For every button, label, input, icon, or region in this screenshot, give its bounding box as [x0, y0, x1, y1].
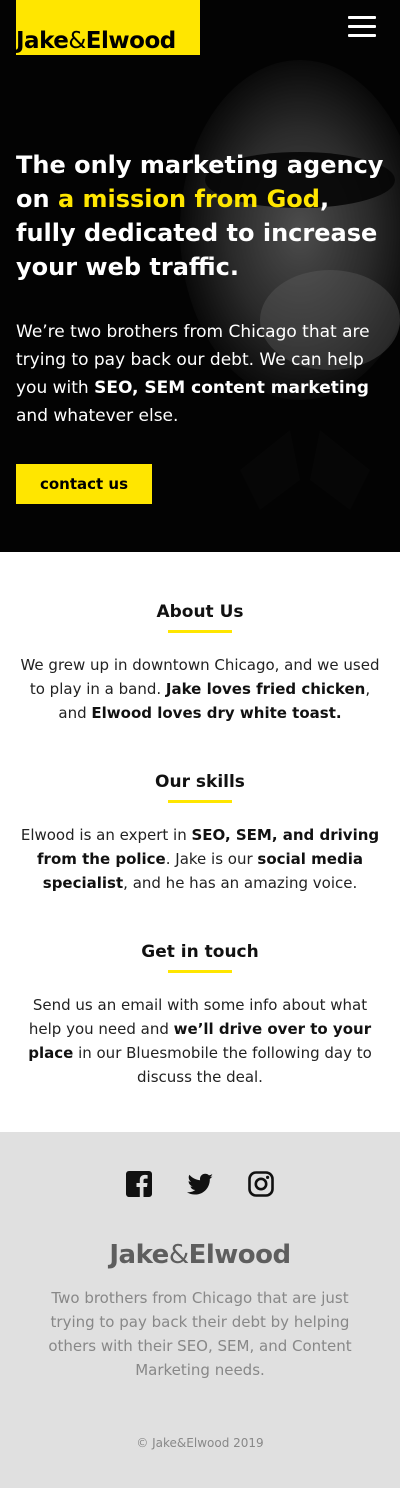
- instagram-icon[interactable]: [247, 1170, 275, 1198]
- about-section: About Us We grew up in downtown Chicago,…: [0, 600, 400, 725]
- hero-section: Jake&Elwood The only marketing agency on…: [0, 0, 400, 552]
- section-title: About Us: [156, 602, 244, 622]
- intro-bold: SEO, SEM content marketing: [94, 378, 369, 398]
- section-text: Elwood is an expert in SEO, SEM, and dri…: [20, 826, 380, 892]
- contact-us-button[interactable]: contact us: [16, 464, 152, 504]
- headline-highlight: a mission from God: [57, 185, 320, 213]
- title-underline: [168, 630, 232, 633]
- section-text: Send us an email with some info about wh…: [28, 996, 372, 1086]
- title-underline: [168, 970, 232, 973]
- copyright-text: © Jake&Elwood 2019: [136, 1436, 264, 1450]
- footer-logo[interactable]: Jake&Elwood: [0, 1240, 400, 1270]
- section-title: Get in touch: [141, 942, 259, 962]
- hamburger-menu-icon[interactable]: [348, 16, 376, 42]
- social-links: [0, 1170, 400, 1198]
- logo-first-word: Jake: [16, 28, 69, 54]
- skills-section: Our skills Elwood is an expert in SEO, S…: [0, 770, 400, 895]
- section-text: We grew up in downtown Chicago, and we u…: [20, 656, 380, 722]
- footer-description: Two brothers from Chicago that are just …: [48, 1289, 352, 1379]
- hero-intro: We’re two brothers from Chicago that are…: [16, 318, 376, 430]
- brand-logo-text: Jake&Elwood: [16, 28, 176, 54]
- contact-section: Get in touch Send us an email with some …: [0, 940, 400, 1089]
- twitter-icon[interactable]: [186, 1170, 214, 1198]
- hero-headline: The only marketing agency on a mission f…: [16, 148, 386, 284]
- intro-text-end: and whatever else.: [16, 406, 179, 426]
- brand-logo[interactable]: Jake&Elwood: [16, 0, 200, 55]
- section-title: Our skills: [155, 772, 245, 792]
- facebook-icon[interactable]: [125, 1170, 153, 1198]
- logo-second-word: Elwood: [85, 28, 176, 54]
- logo-ampersand: &: [68, 28, 86, 54]
- title-underline: [168, 800, 232, 803]
- site-footer: Jake&Elwood Two brothers from Chicago th…: [0, 1132, 400, 1488]
